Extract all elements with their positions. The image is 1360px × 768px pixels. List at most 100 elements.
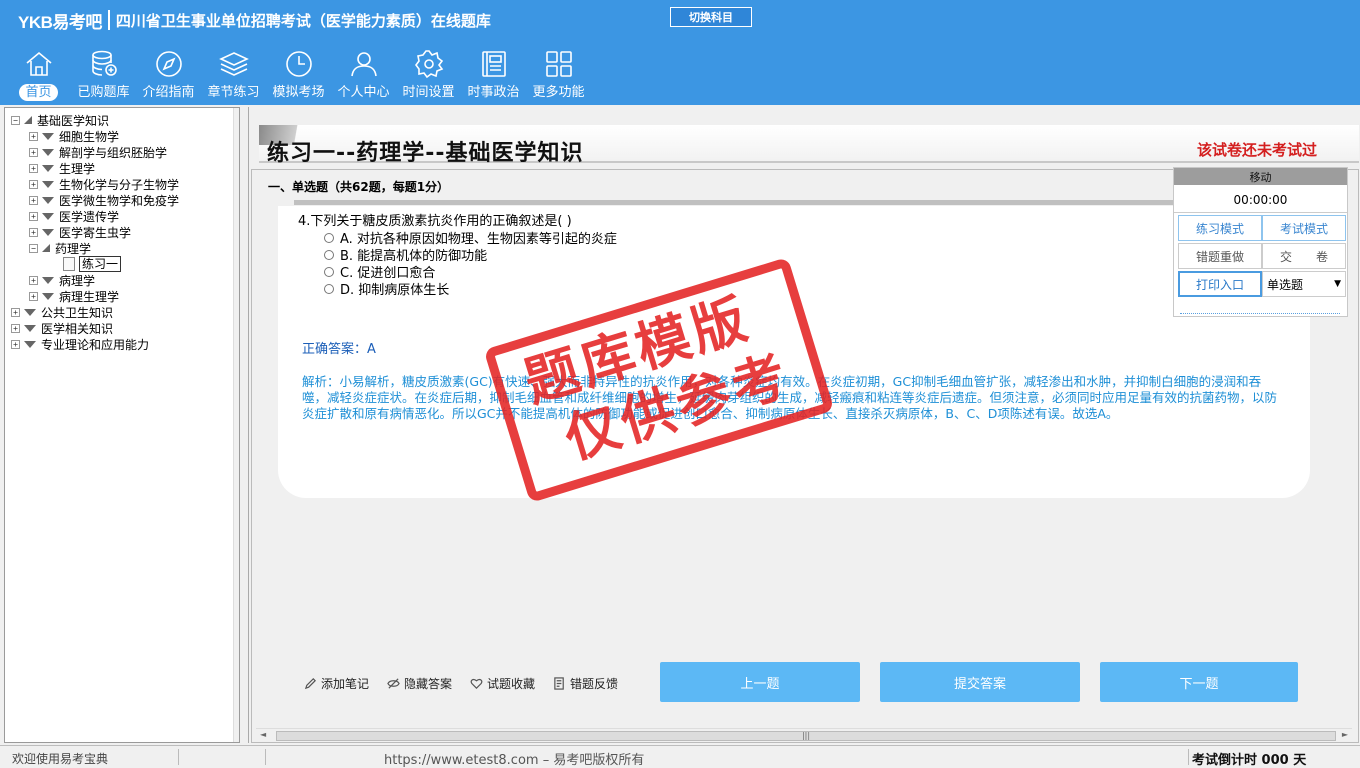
nav-more-label: 更多功能 bbox=[532, 85, 585, 100]
folder-icon bbox=[42, 292, 54, 300]
exam-status: 该试卷还未考试过 bbox=[1196, 141, 1317, 159]
tree-node-child[interactable]: + 医学寄生虫学 bbox=[29, 224, 131, 240]
expand-icon[interactable]: + bbox=[29, 147, 38, 157]
nav-time-settings-label: 时间设置 bbox=[402, 85, 455, 100]
nav-chapter-label: 章节练习 bbox=[207, 85, 260, 100]
expand-icon[interactable]: + bbox=[29, 227, 38, 237]
next-question-button[interactable]: 下一题 bbox=[1100, 662, 1298, 702]
collapse-icon[interactable]: − bbox=[29, 243, 38, 253]
radio-button[interactable] bbox=[324, 283, 334, 294]
practice-mode-button[interactable]: 练习模式 bbox=[1178, 215, 1262, 241]
tree-node-label: 病理学 bbox=[59, 273, 96, 288]
tree-node-child[interactable]: + 病理生理学 bbox=[29, 288, 119, 304]
main-nav: 首页 已购题库 介绍指南 章节练习 模拟考场 个人中心 时间设置 时事政治 更多… bbox=[6, 48, 591, 104]
print-button[interactable]: 打印入口 bbox=[1178, 271, 1262, 297]
tree-node-child[interactable]: + 病理学 bbox=[29, 272, 95, 288]
expand-icon[interactable]: + bbox=[29, 179, 38, 189]
tool-label: 错题反馈 bbox=[570, 677, 619, 691]
tool-label: 试题收藏 bbox=[487, 677, 536, 691]
expand-icon[interactable]: + bbox=[29, 275, 38, 285]
tree-scrollbar[interactable] bbox=[233, 108, 239, 742]
pencil-icon bbox=[304, 678, 316, 690]
tree-node-label: 生理学 bbox=[59, 161, 96, 176]
question-type-select[interactable]: 单选题 ▼ bbox=[1262, 271, 1346, 297]
redo-wrong-button[interactable]: 错题重做 bbox=[1178, 243, 1262, 269]
clock-icon bbox=[285, 51, 312, 77]
tree-node-child[interactable]: + 生物化学与分子生物学 bbox=[29, 176, 179, 192]
nav-time-settings[interactable]: 时间设置 bbox=[396, 48, 461, 104]
expand-icon[interactable]: + bbox=[11, 307, 20, 317]
tree-node-top[interactable]: + 公共卫生知识 bbox=[11, 304, 113, 320]
radio-button[interactable] bbox=[324, 232, 334, 243]
answer-analysis: 解析：小易解析，糖皮质激素(GC)有快速、强大而非特异性的抗炎作用，对各种炎症均… bbox=[302, 374, 1278, 421]
panel-move-handle[interactable]: 移动 bbox=[1174, 168, 1347, 185]
expand-icon[interactable]: + bbox=[29, 291, 38, 301]
question-stem: 4.下列关于糖皮质激素抗炎作用的正确叙述是( ) bbox=[298, 214, 572, 229]
radio-button[interactable] bbox=[324, 249, 334, 260]
nav-home[interactable]: 首页 bbox=[6, 48, 71, 104]
tree-node-label: 生物化学与分子生物学 bbox=[59, 177, 180, 192]
paper-title: 练习一--药理学--基础医学知识 bbox=[267, 141, 584, 166]
favorite-button[interactable]: 试题收藏 bbox=[470, 675, 535, 692]
exam-countdown: 考试倒计时 000 天 bbox=[1192, 753, 1307, 768]
expand-icon[interactable]: + bbox=[29, 211, 38, 221]
tree-node-child-expanded[interactable]: − 药理学 bbox=[29, 240, 91, 256]
submit-answer-button[interactable]: 提交答案 bbox=[880, 662, 1080, 702]
layers-icon bbox=[218, 52, 249, 76]
nav-personal[interactable]: 个人中心 bbox=[331, 48, 396, 104]
folder-icon bbox=[24, 340, 36, 348]
folder-icon bbox=[42, 148, 54, 156]
nav-purchased[interactable]: 已购题库 bbox=[71, 48, 136, 104]
tree-node-child[interactable]: + 细胞生物学 bbox=[29, 128, 119, 144]
radio-button[interactable] bbox=[324, 266, 334, 277]
question-card: 4.下列关于糖皮质激素抗炎作用的正确叙述是( ) A. 对抗各种原因如物理、生物… bbox=[278, 206, 1310, 498]
tree-node-top[interactable]: + 专业理论和应用能力 bbox=[11, 336, 149, 352]
hand-in-button[interactable]: 交 卷 bbox=[1262, 243, 1346, 269]
tree-node-label: 病理生理学 bbox=[59, 289, 120, 304]
section-title: 一、单选题（共62题，每题1分） bbox=[268, 180, 450, 194]
tree-node-child[interactable]: + 生理学 bbox=[29, 160, 95, 176]
tree-node-label: 医学遗传学 bbox=[59, 209, 120, 224]
nav-current-affairs[interactable]: 时事政治 bbox=[461, 48, 526, 104]
expand-icon[interactable]: + bbox=[29, 195, 38, 205]
correct-answer: 正确答案：A bbox=[302, 342, 376, 357]
add-note-button[interactable]: 添加笔记 bbox=[304, 675, 369, 692]
nav-purchased-label: 已购题库 bbox=[77, 85, 130, 100]
scroll-left-icon[interactable]: ◄ bbox=[260, 730, 266, 739]
option-d[interactable]: D. 抑制病原体生长 bbox=[324, 279, 449, 298]
nav-more[interactable]: 更多功能 bbox=[526, 48, 591, 104]
expand-icon[interactable]: + bbox=[29, 163, 38, 173]
prev-question-button[interactable]: 上一题 bbox=[660, 662, 860, 702]
report-error-button[interactable]: 错题反馈 bbox=[553, 675, 618, 692]
tool-label: 添加笔记 bbox=[321, 677, 370, 691]
nav-guide[interactable]: 介绍指南 bbox=[136, 48, 201, 104]
nav-current-affairs-label: 时事政治 bbox=[467, 85, 520, 100]
expand-icon[interactable]: + bbox=[29, 131, 38, 141]
brand-logo: YKB易考吧 bbox=[18, 12, 102, 32]
app-header: YKB易考吧 四川省卫生事业单位招聘考试（医学能力素质）在线题库 切换科目 首页… bbox=[0, 0, 1360, 105]
tree-node-child[interactable]: + 医学微生物学和免疫学 bbox=[29, 192, 179, 208]
tree-node-top[interactable]: + 医学相关知识 bbox=[11, 320, 113, 336]
exam-timer: 00:00:00 bbox=[1174, 187, 1347, 213]
tree-node-label: 细胞生物学 bbox=[59, 129, 120, 144]
exam-mode-button[interactable]: 考试模式 bbox=[1262, 215, 1346, 241]
horizontal-scrollbar[interactable]: ◄ ||| ► bbox=[256, 728, 1352, 742]
hide-answer-button[interactable]: 隐藏答案 bbox=[387, 675, 452, 692]
question-type-value: 单选题 bbox=[1267, 277, 1304, 292]
expand-icon[interactable]: + bbox=[11, 339, 20, 349]
scrollbar-thumb[interactable]: ||| bbox=[276, 731, 1336, 741]
switch-subject-button[interactable]: 切换科目 bbox=[670, 7, 752, 27]
collapse-icon[interactable]: − bbox=[11, 115, 20, 125]
news-icon bbox=[481, 51, 506, 77]
status-divider bbox=[265, 749, 266, 765]
tree-node-child[interactable]: + 医学遗传学 bbox=[29, 208, 119, 224]
tree-node-child[interactable]: + 解剖学与组织胚胎学 bbox=[29, 144, 167, 160]
scroll-right-icon[interactable]: ► bbox=[1342, 730, 1348, 739]
tree-node-root[interactable]: − 基础医学知识 bbox=[11, 112, 109, 128]
nav-mock-exam[interactable]: 模拟考场 bbox=[266, 48, 331, 104]
folder-icon bbox=[42, 180, 54, 188]
tree-leaf-selected[interactable]: 练习一 bbox=[63, 256, 122, 272]
nav-chapter[interactable]: 章节练习 bbox=[201, 48, 266, 104]
expand-icon[interactable]: + bbox=[11, 323, 20, 333]
tree-node-label: 医学微生物学和免疫学 bbox=[59, 193, 180, 208]
